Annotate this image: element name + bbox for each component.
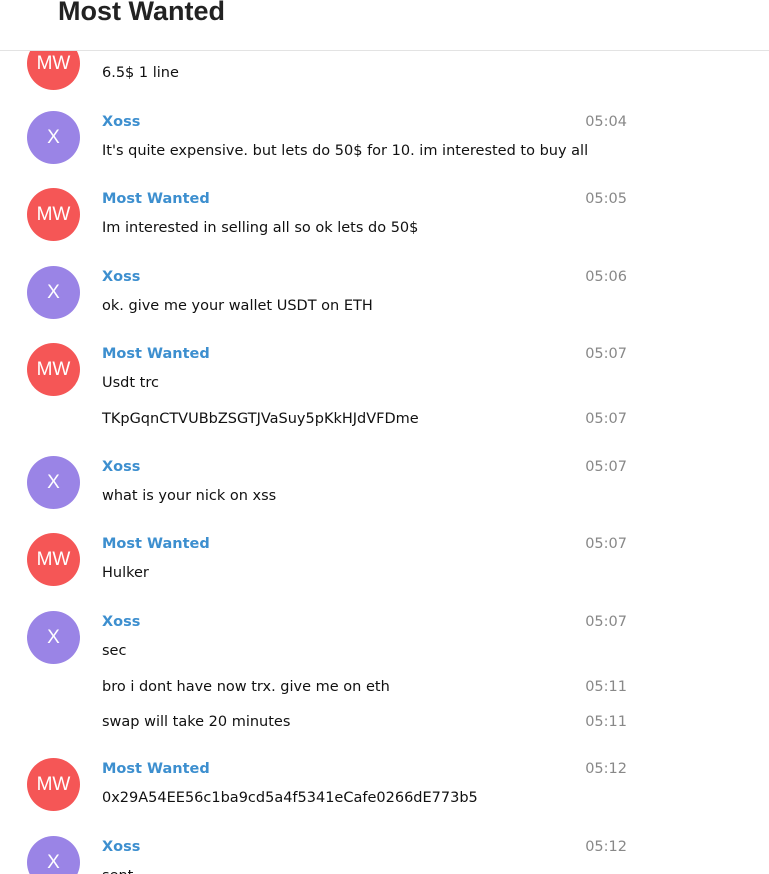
message-text: sent <box>102 867 133 874</box>
message-text: 6.5$ 1 line <box>102 65 179 81</box>
message-time: 05:12 <box>585 761 627 777</box>
avatar-xoss[interactable]: X <box>27 456 80 509</box>
avatar-xoss[interactable]: X <box>27 111 80 164</box>
message-text: It's quite expensive. but lets do 50$ fo… <box>102 143 589 159</box>
sender-name[interactable]: Xoss <box>102 458 140 476</box>
avatar-xoss[interactable]: X <box>27 611 80 664</box>
message-list[interactable]: MW 6.5$ 1 line X Xoss 05:04 It's quite e… <box>0 51 769 874</box>
message-text: 0x29A54EE56c1ba9cd5a4f5341eCafe0266dE773… <box>102 790 478 806</box>
sender-name[interactable]: Xoss <box>102 268 140 286</box>
avatar-xoss[interactable]: X <box>27 266 80 319</box>
avatar-xoss[interactable]: X <box>27 836 80 874</box>
message-text: TKpGqnCTVUBbZSGTJVaSuy5pKkHJdVFDme <box>102 411 419 427</box>
message-time: 05:07 <box>585 614 627 630</box>
message-time: 05:07 <box>585 346 627 362</box>
message-time: 05:12 <box>585 839 627 855</box>
message-text: bro i dont have now trx. give me on eth <box>102 679 390 695</box>
avatar-most-wanted[interactable]: MW <box>27 188 80 241</box>
sender-name[interactable]: Most Wanted <box>102 190 210 208</box>
sender-name[interactable]: Most Wanted <box>102 345 210 363</box>
message-time: 05:11 <box>585 679 627 695</box>
message-time: 05:05 <box>585 191 627 207</box>
sender-name[interactable]: Most Wanted <box>102 535 210 553</box>
sender-name[interactable]: Xoss <box>102 613 140 631</box>
sender-name[interactable]: Xoss <box>102 838 140 856</box>
message-text: what is your nick on xss <box>102 488 277 504</box>
message-time: 05:07 <box>585 459 627 475</box>
sender-name[interactable]: Xoss <box>102 113 140 131</box>
message-text: swap will take 20 minutes <box>102 714 291 730</box>
avatar-most-wanted[interactable]: MW <box>27 533 80 586</box>
message-time: 05:06 <box>585 269 627 285</box>
message-text: Im interested in selling all so ok lets … <box>102 220 419 236</box>
chat-title: Most Wanted <box>58 0 225 26</box>
message-time: 05:07 <box>585 536 627 552</box>
message-time: 05:11 <box>585 714 627 730</box>
avatar-most-wanted[interactable]: MW <box>27 343 80 396</box>
sender-name[interactable]: Most Wanted <box>102 760 210 778</box>
message-time: 05:07 <box>585 411 627 427</box>
message-time: 05:04 <box>585 114 627 130</box>
chat-header: Most Wanted <box>0 0 769 51</box>
avatar-most-wanted[interactable]: MW <box>27 758 80 811</box>
chat-window: Most Wanted MW 6.5$ 1 line X Xoss 05:04 … <box>0 0 769 874</box>
message-text: ok. give me your wallet USDT on ETH <box>102 298 373 314</box>
message-text: Hulker <box>102 565 149 581</box>
message-text: Usdt trc <box>102 375 159 391</box>
avatar-most-wanted[interactable]: MW <box>27 51 80 90</box>
message-text: sec <box>102 643 127 659</box>
